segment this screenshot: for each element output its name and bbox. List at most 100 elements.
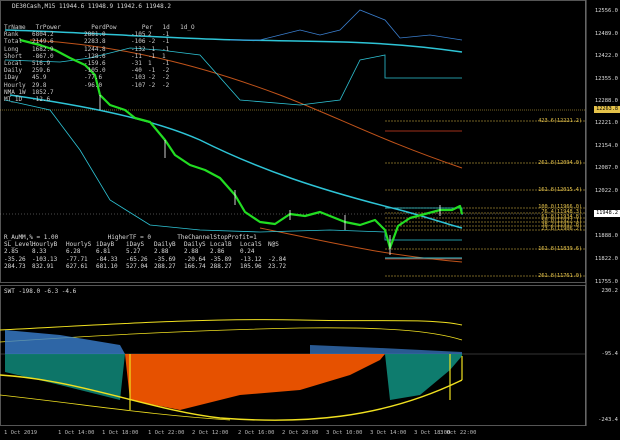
info-table-cell: NMA_1W [4,88,26,96]
info-table-cell: -1 [162,45,170,53]
higher-tf-label: HigherTF = 0 [107,234,151,241]
lower-table-cell: -2.84 [268,255,287,263]
lower-table-cell: 2.86 [210,248,225,256]
info-table-cell: -2 [162,74,170,82]
price-axis-label: 12355.0 [594,76,618,82]
info-table-cell: -31 [131,59,142,67]
info-table-cell: iDay [4,74,19,82]
lower-table-row: -35.26 -103.13 -77.71 -84.33 -65.26 -35.69 -20… [4,256,294,263]
info-table-cell: -103 [131,74,146,82]
price-axis-label: 12087.0 [594,165,618,171]
current-price-badge: 11948.2 [594,210,620,217]
lower-table-col-header: LocalS [240,241,262,249]
info-table-cell: 516.9 [32,59,51,67]
info-table-cell: 1244.8 [84,45,106,53]
info-table-row: Short -867.0 -128.6 -11 -1 1 [4,53,196,60]
time-axis-label: 1 Oct 18:00 [102,430,139,436]
lower-table-cell: 105.96 [240,262,262,270]
info-table-cell: -105.0 [84,67,106,75]
lower-table-cell: 681.10 [96,262,118,270]
price-axis-label: 12556.0 [594,8,618,14]
price-axis-label: 11888.0 [594,233,618,239]
price-axis-label: 12288.0 [594,98,618,104]
info-table-cell: -106 [131,38,146,46]
info-table-cell: -1 [162,59,170,67]
price-axis-label: 11755.0 [594,279,618,285]
lower-table-cell: -84.33 [96,255,118,263]
lower-table-cell: 2.85 [4,248,19,256]
info-table-row: Daily 259.6 -105.0 -40 -1 -2 [4,67,196,74]
lower-table-cell: 23.72 [268,262,287,270]
lower-table-cell: 2.88 [154,248,169,256]
lower-table-cell: 2.88 [184,248,199,256]
fib-level-label: 23.6(11906.2) [541,226,582,232]
info-table-cell: -159.6 [84,59,106,67]
info-table-cell: -1 [148,45,156,53]
time-axis-label: 3 Oct 22:00 [440,430,477,436]
info-table-cell: 1 [148,59,152,67]
lower-table-col-header: SL_Level: [4,241,37,249]
time-axis-label: 1 Oct 22:00 [148,430,185,436]
lower-table-cell: -13.12 [240,255,262,263]
info-table-cell: -867.0 [32,52,54,60]
channel-cyan-2 [4,99,462,241]
col-header: 1d [162,24,170,31]
info-table-row: Rank 6804.2 2881.0 -105 2 -1 [4,31,196,38]
info-table-cell: 2283.8 [84,38,106,46]
lower-table-col-header: DailyS [184,241,206,249]
lower-table-cell: 6.81 [96,248,111,256]
lower-table-cell: 0.24 [240,248,255,256]
osc-axis-bottom: -243.4 [598,417,618,423]
info-table-cell: 1852.7 [32,88,54,96]
info-table-cell: 29.8 [32,81,47,89]
fib-level-label: 261.8(12094.0) [538,160,582,166]
fib-level-label: 261.8(11761.0) [538,273,582,279]
col-header: TrName [4,24,26,31]
lower-table-col-header: HourlyS [66,241,92,249]
price-axis-label: 12489.0 [594,31,618,37]
info-table-cell: -1 [148,67,156,75]
lower-table-title: R_AuMM,% = 1.00 HigherTF = 0 TheChannelS… [4,234,294,241]
info-table-cell: -77.6 [84,74,103,82]
info-table-cell: 2 [148,31,152,39]
lower-table-col-header: N@S [268,241,279,249]
lower-table-cell: 288.27 [210,262,232,270]
info-table-cell: Local [4,59,23,67]
price-axis-label: 12422.0 [594,53,618,59]
time-axis-label: 2 Oct 20:00 [282,430,319,436]
lower-table-row: 2.85 8.33 6.28 6.81 5.27 2.88 2.88 2.86 0.24 [4,248,294,255]
lower-table-cell: -35.89 [210,255,232,263]
time-axis-label: 1 Oct 2019 [4,430,38,436]
price-axis-label: 12022.0 [594,188,618,194]
lower-table-cell: -103.13 [32,255,58,263]
info-table-cell: Rank [4,31,19,39]
price-wicks [99,95,441,255]
info-table-cell: -2 [162,67,170,75]
lower-table-row: 284.73 832.91 627.61 681.10 527.04 288.27 166.… [4,263,294,270]
fib-level-label: 161.8(12015.4) [538,187,582,193]
channel-stop-label: TheChannelStopProfit=1 [177,234,257,241]
time-axis-label: 2 Oct 12:00 [192,430,229,436]
info-table-row: iDay 45.9 -77.6 -103 -2 -2 [4,74,196,81]
info-table-row: Local 516.9 -159.6 -31 1 -1 [4,60,196,67]
time-axis-label: 1 Oct 14:00 [58,430,95,436]
info-table-cell: 6804.2 [32,31,54,39]
lower-table-cell: -20.64 [184,255,206,263]
info-table-cell: -1 [162,31,170,39]
col-header: Per [141,24,153,31]
info-table-cell: -2 [148,38,156,46]
info-table: TrName TrPower PerdPow Per 1d 1d_O Rank 6… [4,24,196,103]
info-table-cell: -1 [148,52,156,60]
lower-table: R_AuMM,% = 1.00 HigherTF = 0 TheChannelS… [4,234,294,270]
info-table-cell: -2 [162,81,170,89]
info-table-cell: -128.6 [84,52,106,60]
info-table-cell: -40 [131,67,142,75]
price-axis-label: 12221.0 [594,120,618,126]
lower-table-cell: 527.04 [126,262,148,270]
info-table-cell: Hourly [4,81,26,89]
lower-table-cell: -77.71 [66,255,88,263]
info-table-cell: 2149.6 [32,38,54,46]
oscillator-label: SWT -198.0 -6.3 -4.6 [4,288,77,295]
aumm-label: R_AuMM,% = 1.00 [4,234,59,241]
info-table-cell: Daily [4,67,23,75]
